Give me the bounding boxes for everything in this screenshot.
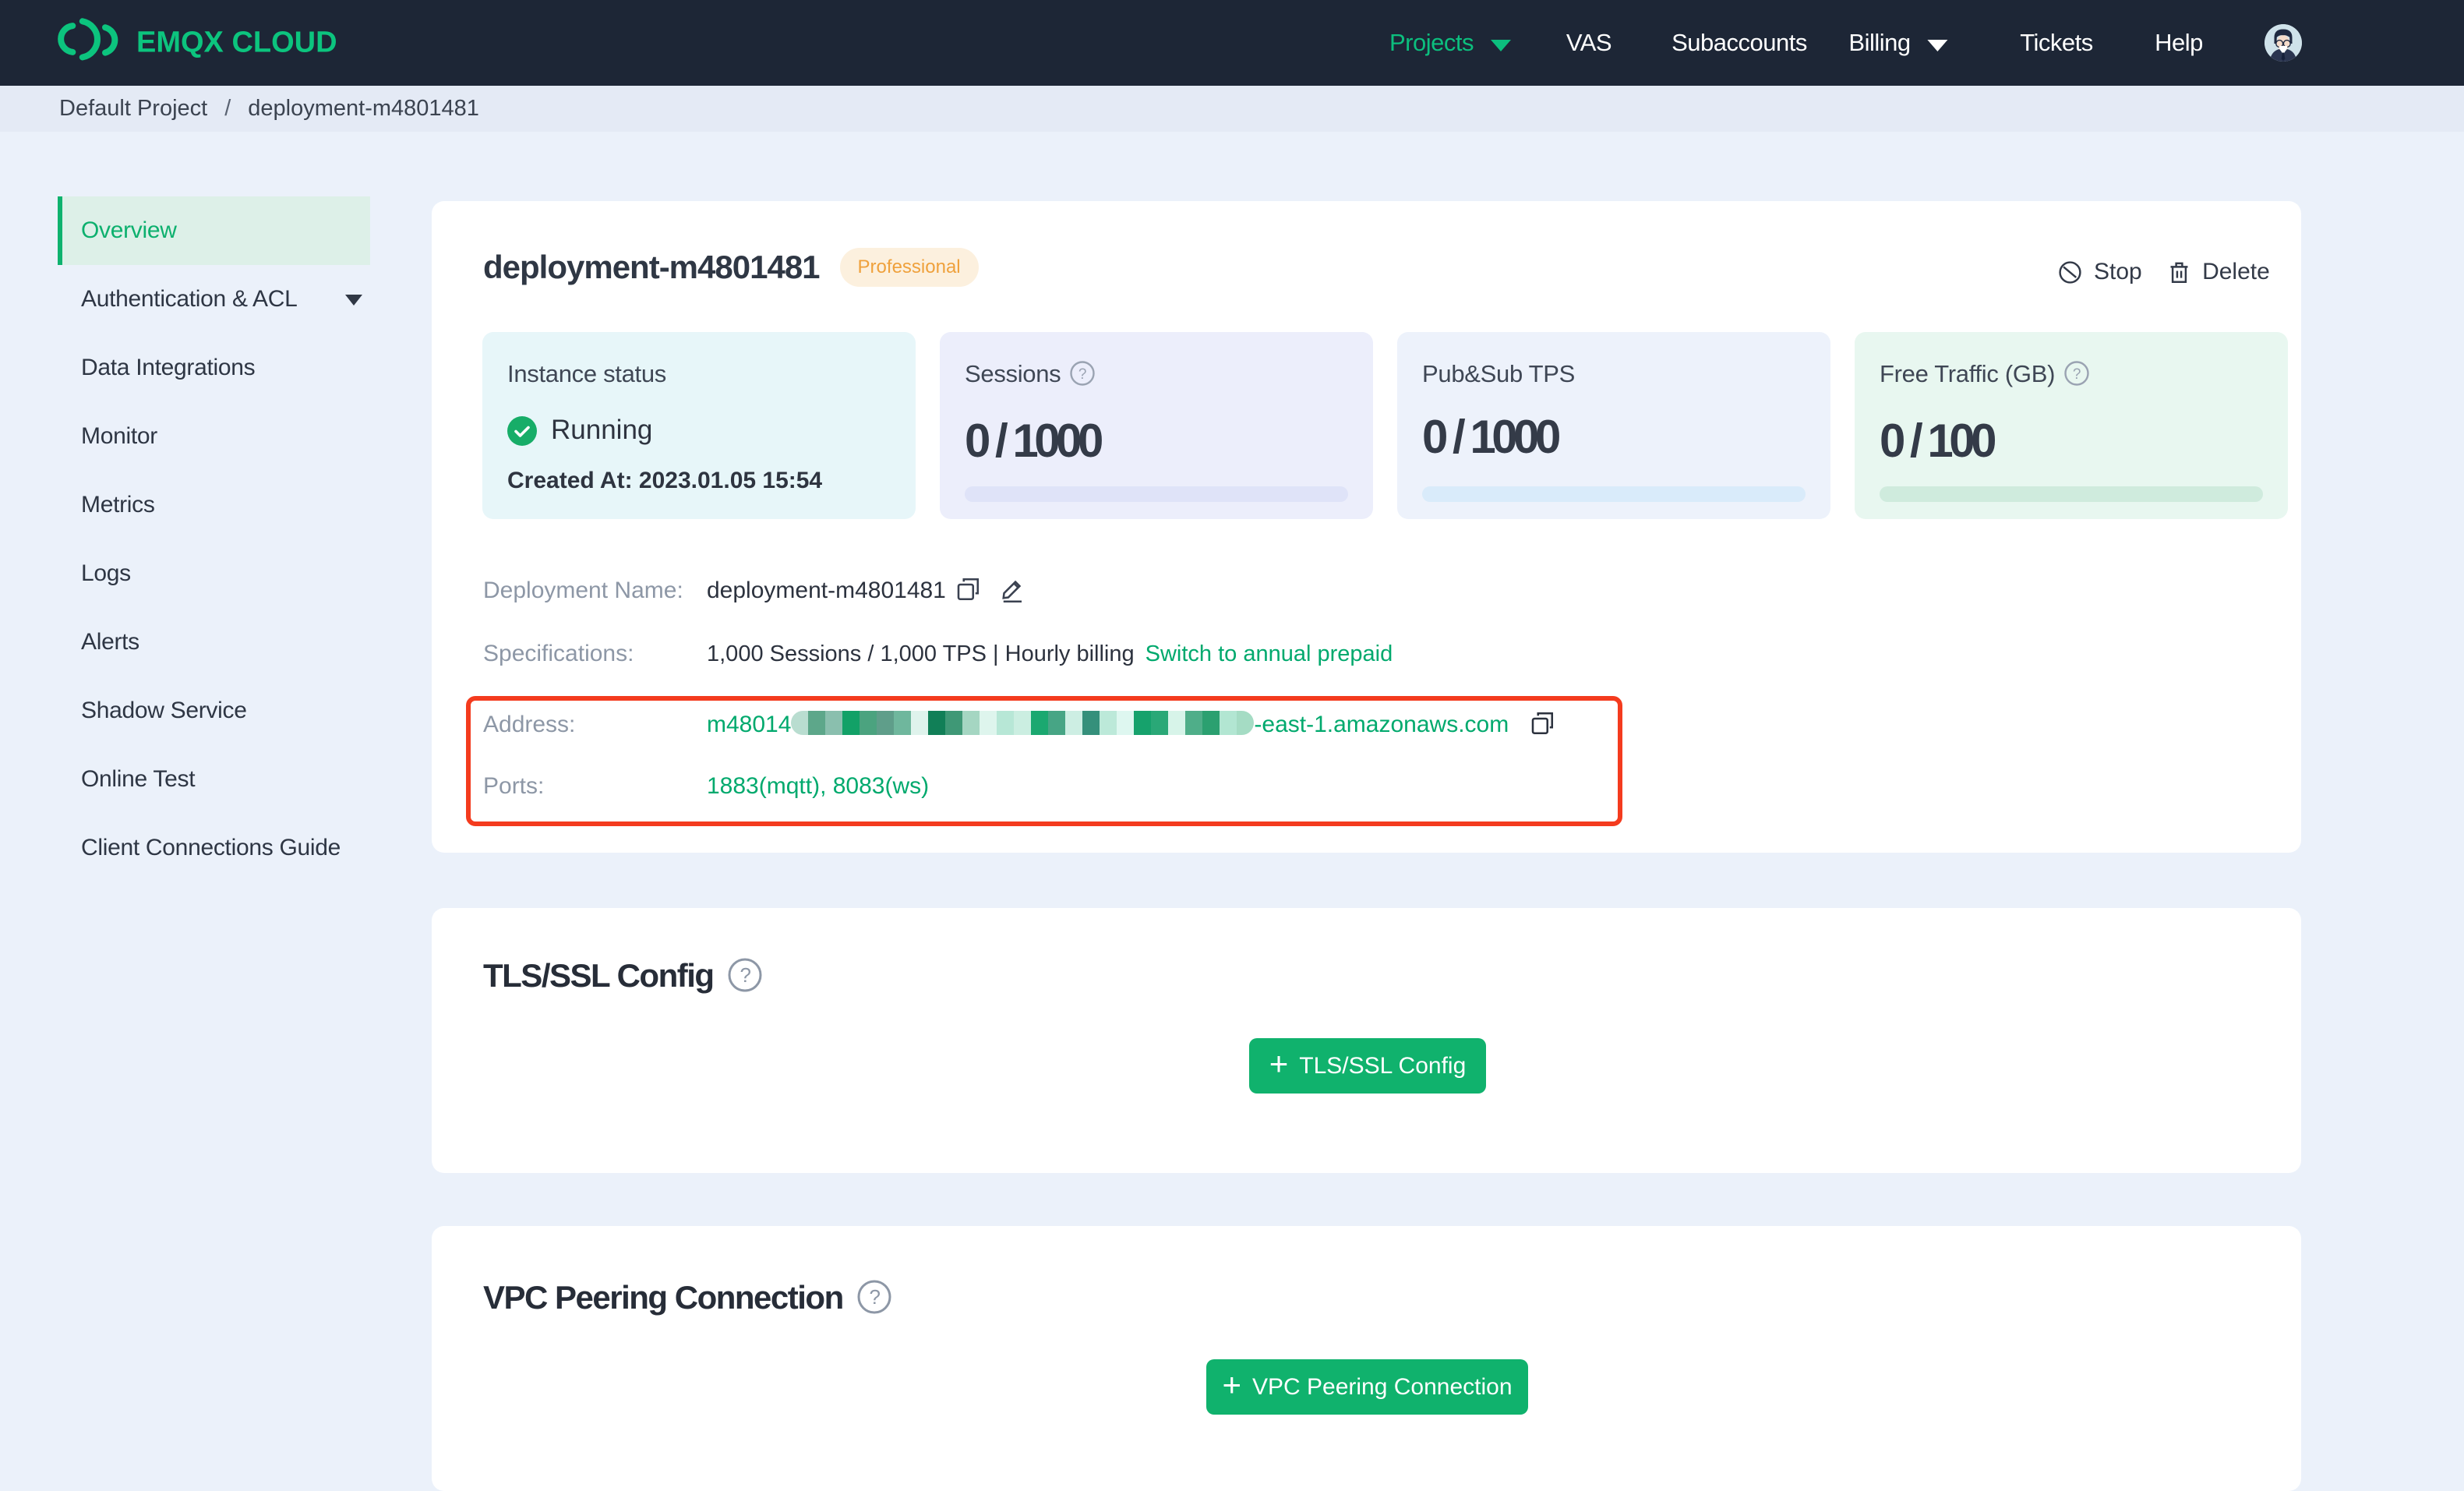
svg-text:?: ? xyxy=(1078,366,1086,383)
svg-text:?: ? xyxy=(740,963,750,987)
svg-text:?: ? xyxy=(2073,366,2081,383)
svg-text:?: ? xyxy=(869,1285,880,1309)
